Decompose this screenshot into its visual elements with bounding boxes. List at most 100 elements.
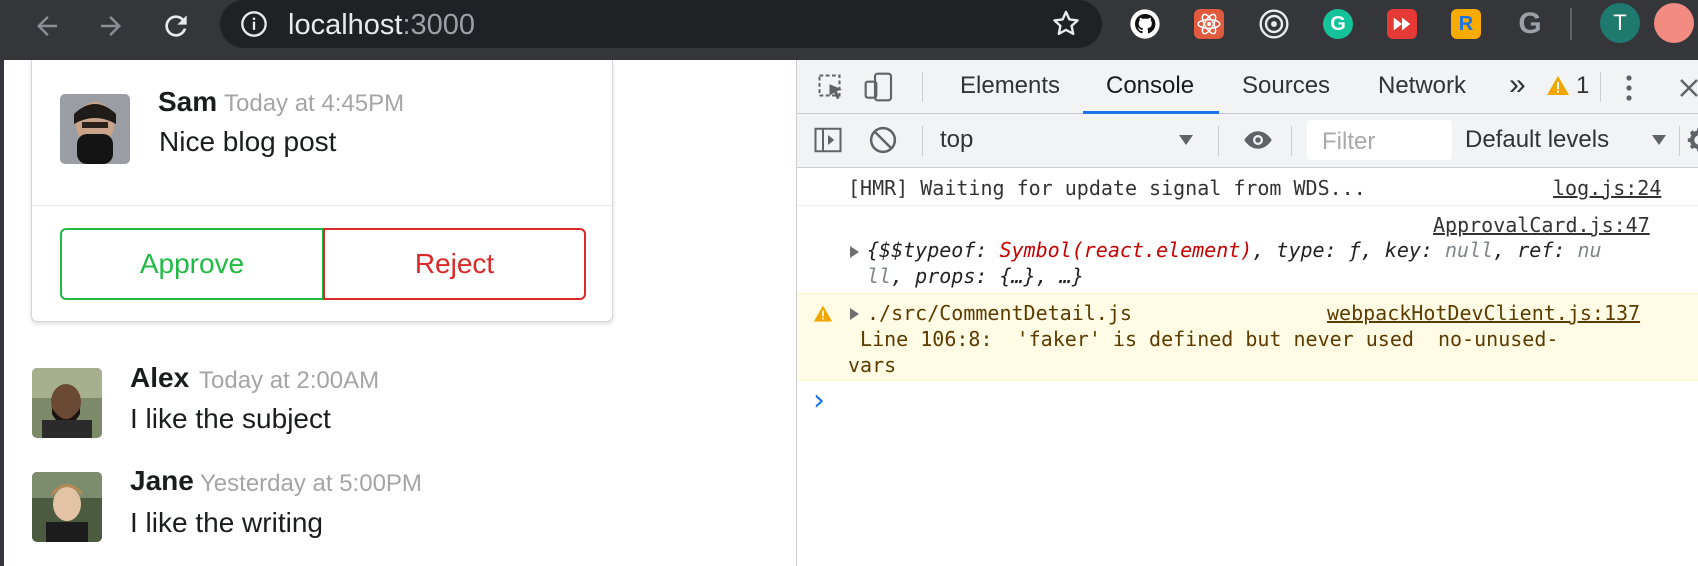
warning-icon xyxy=(813,305,833,322)
comment-author[interactable]: Jane xyxy=(130,465,194,497)
refresh-r-extension[interactable]: R xyxy=(1448,6,1484,42)
url-port: :3000 xyxy=(402,9,476,41)
prompt-chevron-icon: › xyxy=(813,383,825,418)
console-prompt[interactable]: › xyxy=(797,381,1698,421)
close-icon[interactable] xyxy=(1677,76,1698,100)
expand-triangle-icon[interactable] xyxy=(850,308,859,320)
comment-text: I like the writing xyxy=(130,507,323,538)
avatar xyxy=(32,472,102,542)
warning-icon xyxy=(1547,76,1569,95)
approve-button[interactable]: Approve xyxy=(60,228,324,300)
update-icon[interactable] xyxy=(1654,3,1694,43)
github-extension[interactable] xyxy=(1127,6,1163,42)
toolbar-separator xyxy=(1218,126,1219,156)
warning-count[interactable]: 1 xyxy=(1576,72,1589,100)
object-null: nu xyxy=(1577,238,1602,262)
profile-initial: T xyxy=(1613,10,1627,35)
object-text: , ref: xyxy=(1493,238,1578,262)
tab-console[interactable]: Console xyxy=(1106,72,1194,100)
context-selector[interactable]: top xyxy=(940,126,973,154)
object-text: {…}, …} xyxy=(999,264,1084,288)
log-text: [HMR] Waiting for update signal from WDS… xyxy=(848,176,1366,200)
expand-triangle-icon[interactable] xyxy=(850,246,859,258)
warning-file[interactable]: ./src/CommentDetail.js xyxy=(867,300,1132,326)
toolbar-divider xyxy=(1570,8,1572,40)
avatar xyxy=(32,368,102,438)
tab-sources[interactable]: Sources xyxy=(1242,72,1330,100)
window-edge xyxy=(0,60,4,566)
tabbar-separator xyxy=(1600,72,1601,102)
object-text: , key: xyxy=(1360,238,1445,262)
comment-time: Yesterday at 5:00PM xyxy=(200,470,422,497)
url-text: localhost:3000 xyxy=(288,9,475,42)
log-levels-label: Default levels xyxy=(1465,126,1610,153)
react-devtools-extension[interactable] xyxy=(1191,6,1227,42)
grammarly-extension[interactable]: G xyxy=(1320,6,1356,42)
bookmark-star-icon[interactable] xyxy=(1050,8,1082,40)
eye-icon[interactable] xyxy=(1241,125,1275,155)
avatar xyxy=(60,94,130,164)
forward-button[interactable] xyxy=(91,6,131,46)
source-link[interactable]: webpackHotDevClient.js:137 xyxy=(1327,300,1640,326)
fast-forward-extension[interactable] xyxy=(1384,6,1420,42)
console-message: ApprovalCard.js:47 {$$typeof: Symbol(rea… xyxy=(797,206,1698,293)
google-icon: G xyxy=(1518,7,1542,40)
tab-network[interactable]: Network xyxy=(1378,72,1466,100)
sidebar-toggle-icon[interactable] xyxy=(813,125,843,155)
chevron-down-icon[interactable] xyxy=(1178,134,1194,146)
back-button[interactable] xyxy=(27,6,67,46)
warning-text: Line 106:8: 'faker' is defined but never… xyxy=(848,327,1559,351)
react-icon xyxy=(1194,9,1224,39)
object-fn: ƒ xyxy=(1348,238,1361,262)
comment-time: Today at 4:45PM xyxy=(224,90,405,117)
reload-button[interactable] xyxy=(156,6,196,46)
object-text: , type: xyxy=(1252,238,1349,262)
comment-author[interactable]: Alex xyxy=(130,362,189,394)
object-preview-line[interactable]: ll, props: {…}, …} xyxy=(867,263,1084,289)
source-link[interactable]: ApprovalCard.js:47 xyxy=(1433,212,1650,238)
kebab-menu-icon[interactable] xyxy=(1623,73,1635,103)
google-extension[interactable]: G xyxy=(1512,6,1548,42)
radar-extension[interactable] xyxy=(1256,6,1292,42)
comment-text: I like the subject xyxy=(130,403,331,434)
warning-text: vars xyxy=(848,353,897,377)
more-tabs-button[interactable]: » xyxy=(1509,68,1526,102)
tab-elements[interactable]: Elements xyxy=(960,72,1060,100)
object-symbol: Symbol(react.element) xyxy=(999,238,1253,262)
log-levels-selector[interactable]: Default levels xyxy=(1465,126,1609,154)
comment-time: Today at 2:00AM xyxy=(199,367,380,394)
object-text: {$$typeof: xyxy=(867,238,1000,262)
comment-text: Nice blog post xyxy=(159,126,337,157)
chevron-down-icon[interactable] xyxy=(1651,134,1667,146)
clear-console-icon[interactable] xyxy=(868,125,898,155)
approval-card: Sam Today at 4:45PM Nice blog post Appro… xyxy=(31,60,613,322)
card-divider xyxy=(32,205,612,206)
reload-icon xyxy=(165,15,187,37)
toolbar-separator xyxy=(922,126,923,156)
device-toolbar-icon[interactable] xyxy=(863,71,895,103)
comment-author[interactable]: Sam xyxy=(158,86,217,118)
profile-avatar[interactable]: T xyxy=(1600,3,1640,43)
toolbar-separator xyxy=(1291,126,1292,156)
tabbar-separator xyxy=(922,72,923,102)
address-bar[interactable]: localhost:3000 xyxy=(220,0,1102,48)
browser-toolbar: localhost:3000 G R G T xyxy=(0,0,1698,60)
settings-gear-icon[interactable] xyxy=(1685,126,1698,154)
arrow-left-icon xyxy=(37,16,57,36)
devtools-tabbar: Elements Console Sources Network » 1 xyxy=(797,60,1698,114)
filter-input[interactable]: Filter xyxy=(1307,120,1452,160)
source-link[interactable]: log.js:24 xyxy=(1553,175,1661,201)
toolbar-separator xyxy=(1679,126,1680,156)
refresh-r-icon: R xyxy=(1451,9,1481,39)
radar-icon xyxy=(1259,9,1289,39)
console-warning: ./src/CommentDetail.js webpackHotDevClie… xyxy=(797,293,1698,381)
console-toolbar: top Filter Default levels xyxy=(797,114,1698,168)
reject-button[interactable]: Reject xyxy=(323,228,586,300)
inspect-element-icon[interactable] xyxy=(817,73,847,103)
object-null: ll xyxy=(867,264,892,288)
url-host: localhost xyxy=(288,9,403,41)
page-content: Sam Today at 4:45PM Nice blog post Appro… xyxy=(0,60,796,566)
fast-forward-icon xyxy=(1387,9,1417,39)
object-preview-line[interactable]: {$$typeof: Symbol(react.element), type: … xyxy=(867,237,1602,263)
arrow-right-icon xyxy=(101,16,121,36)
